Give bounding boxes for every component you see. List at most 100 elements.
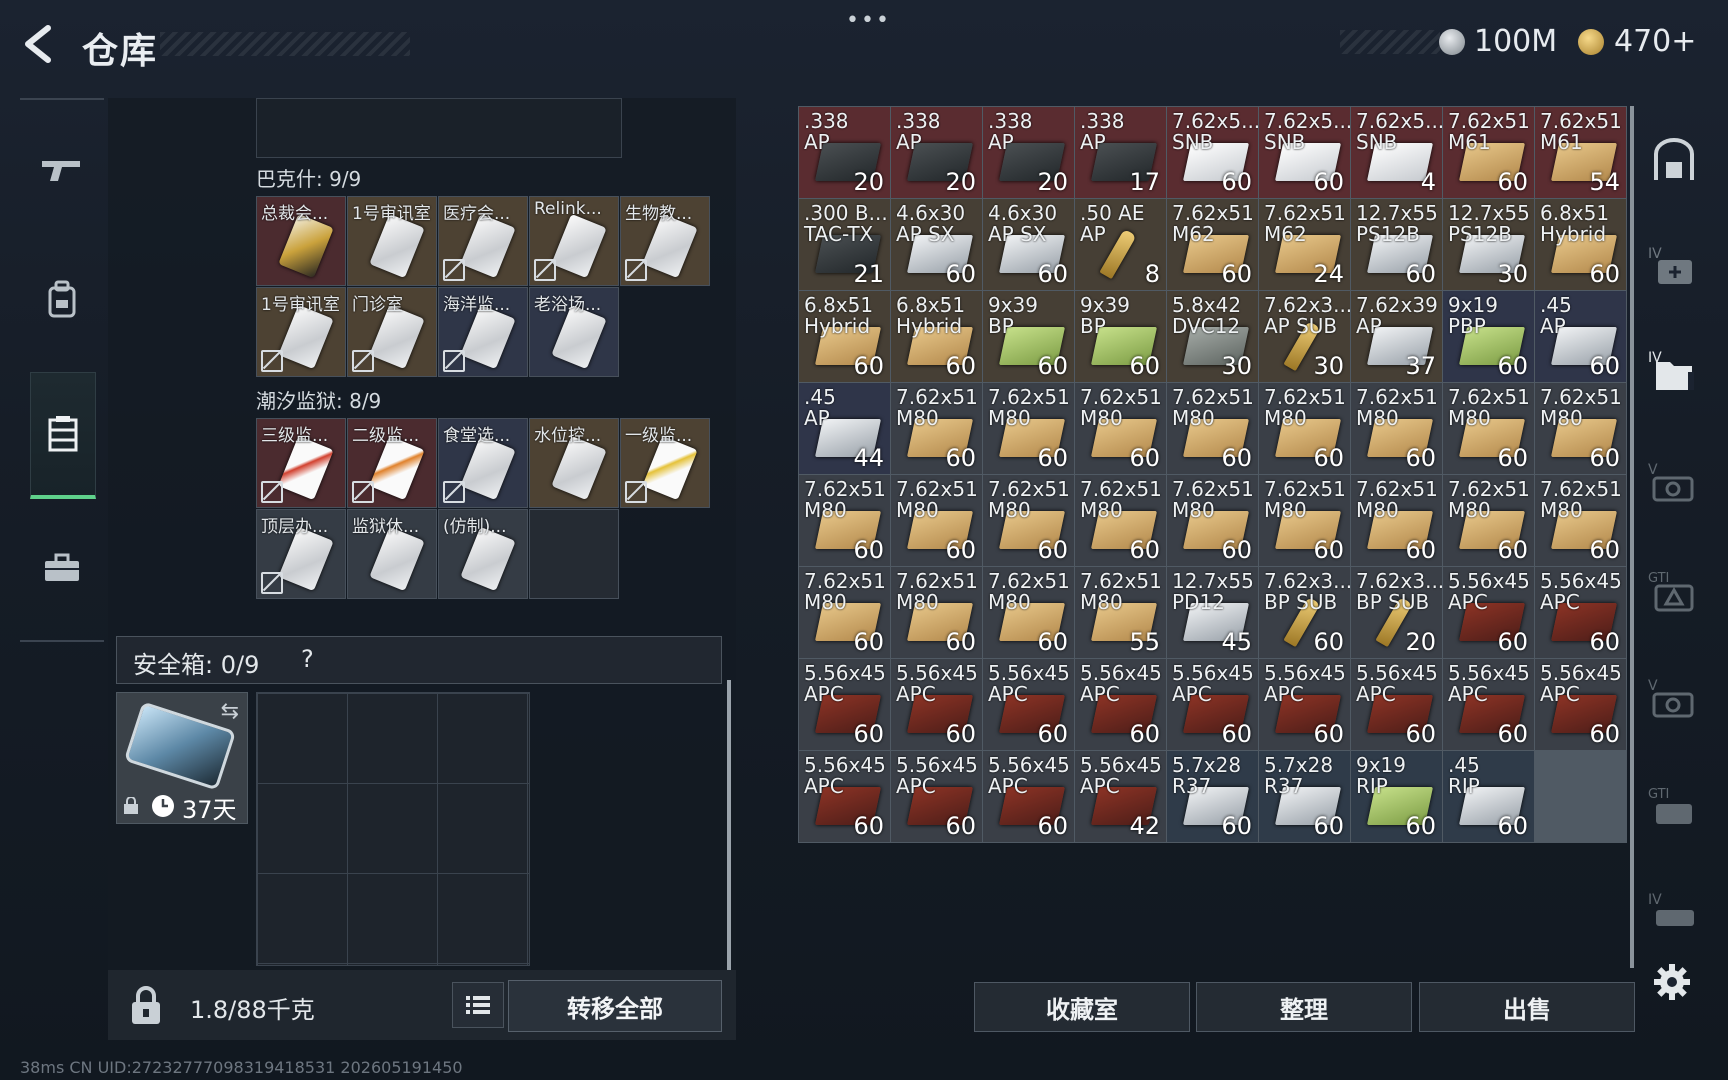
ammo-slot[interactable]: .45 RIP 60	[1443, 751, 1534, 842]
ammo-slot[interactable]: 5.56x45 APC 60	[1167, 659, 1258, 750]
ammo-slot[interactable]: 5.56x45 APC 60	[983, 751, 1074, 842]
ammo-slot[interactable]: .45 AP 44	[799, 383, 890, 474]
ammo-slot[interactable]: .300 B... TAC-TX 21	[799, 199, 890, 290]
ammo-slot[interactable]: 7.62x51 M80 60	[1259, 383, 1350, 474]
locker-icon[interactable]	[1646, 134, 1702, 190]
gti-gear-icon[interactable]: GTI	[1646, 564, 1702, 620]
iv-add-icon[interactable]: IV	[1646, 238, 1702, 294]
keycard-slot[interactable]: 生物教...	[620, 196, 710, 286]
keycard-slot[interactable]: 1号审讯室	[347, 196, 437, 286]
ammo-slot[interactable]: 5.56x45 APC 60	[799, 659, 890, 750]
keycard-slot[interactable]: 顶层办...	[256, 509, 346, 599]
ammo-slot[interactable]: 7.62x51 M80 60	[799, 567, 890, 658]
keycard-slot[interactable]: 三级监...	[256, 418, 346, 508]
keycard-slot[interactable]: 老浴场...	[529, 287, 619, 377]
ammo-slot[interactable]: 7.62x51 M80 60	[891, 567, 982, 658]
keycard-slot[interactable]: 1号审讯室	[256, 287, 346, 377]
ammo-slot[interactable]: 12.7x55 PD12 45	[1167, 567, 1258, 658]
ammo-slot[interactable]: 7.62x51 M80 60	[1443, 383, 1534, 474]
ammo-slot[interactable]: 6.8x51 Hybrid 60	[891, 291, 982, 382]
warehouse-tab-icon[interactable]	[30, 372, 96, 499]
ammo-slot[interactable]: 5.56x45 APC 60	[1443, 567, 1534, 658]
help-icon[interactable]: ?	[301, 645, 314, 673]
ammo-slot[interactable]: 7.62x5... SNB 60	[1167, 107, 1258, 198]
v-camera-icon-2[interactable]: V	[1646, 672, 1702, 728]
ammo-slot[interactable]: 5.56x45 APC 60	[1351, 659, 1442, 750]
ammo-slot[interactable]: .50 AE AP 8	[1075, 199, 1166, 290]
ammo-slot[interactable]: 9x19 PBP 60	[1443, 291, 1534, 382]
ammo-slot[interactable]: .338 AP 20	[983, 107, 1074, 198]
ammo-slot[interactable]: .45 AP 60	[1535, 291, 1626, 382]
ammo-slot[interactable]: 5.8x42 DVC12 30	[1167, 291, 1258, 382]
keycard-slot[interactable]: Relink...	[529, 196, 619, 286]
inventory-scrollbar[interactable]	[1630, 106, 1634, 968]
ammo-slot[interactable]: 7.62x51 M62 60	[1167, 199, 1258, 290]
ammo-slot[interactable]: 7.62x51 M80 60	[1167, 383, 1258, 474]
ammo-slot[interactable]: 6.8x51 Hybrid 60	[799, 291, 890, 382]
ammo-slot[interactable]: 7.62x3... BP SUB 60	[1259, 567, 1350, 658]
ammo-slot[interactable]: 7.62x51 M61 60	[1443, 107, 1534, 198]
v-camera-icon[interactable]: V	[1646, 456, 1702, 512]
ammo-slot[interactable]: 5.56x45 APC 60	[983, 659, 1074, 750]
organize-button[interactable]: 整理	[1196, 982, 1412, 1032]
ammo-slot[interactable]: 5.7x28 R37 60	[1167, 751, 1258, 842]
ammo-slot[interactable]: 7.62x51 M62 24	[1259, 199, 1350, 290]
ammo-slot[interactable]: 7.62x51 M80 60	[1535, 475, 1626, 566]
keycard-slot[interactable]: 海洋监...	[438, 287, 528, 377]
ammo-slot[interactable]: 9x39 BP 60	[983, 291, 1074, 382]
ammo-slot[interactable]: 5.7x28 R37 60	[1259, 751, 1350, 842]
ammo-slot[interactable]: 6.8x51 Hybrid 60	[1535, 199, 1626, 290]
ammo-slot[interactable]: 7.62x5... SNB 60	[1259, 107, 1350, 198]
ammo-slot[interactable]: 7.62x51 M80 60	[799, 475, 890, 566]
iv-folder-icon[interactable]: IV	[1646, 344, 1702, 400]
ammo-slot[interactable]: .338 AP 20	[799, 107, 890, 198]
ammo-slot[interactable]: 7.62x51 M80 60	[1443, 475, 1534, 566]
ammo-slot[interactable]: 7.62x51 M61 54	[1535, 107, 1626, 198]
ammo-slot[interactable]: 5.56x45 APC 60	[891, 659, 982, 750]
ammo-slot[interactable]: 5.56x45 APC 60	[1075, 659, 1166, 750]
ammo-slot[interactable]: 5.56x45 APC 60	[1535, 659, 1626, 750]
ammo-slot[interactable]: 12.7x55 PS12B 30	[1443, 199, 1534, 290]
ammo-slot[interactable]: 7.62x51 M80 60	[1535, 383, 1626, 474]
ammo-slot[interactable]: 7.62x51 M80 60	[1075, 475, 1166, 566]
keycard-slot[interactable]: 总裁会...	[256, 196, 346, 286]
keycard-slot[interactable]: 一级监...	[620, 418, 710, 508]
ammo-slot[interactable]: 4.6x30 AP SX 60	[983, 199, 1074, 290]
ammo-slot[interactable]: 5.56x45 APC 60	[1259, 659, 1350, 750]
ammo-slot[interactable]: 5.56x45 APC 60	[891, 751, 982, 842]
backpack-tab-icon[interactable]	[30, 268, 94, 332]
ammo-slot[interactable]: .338 AP 17	[1075, 107, 1166, 198]
collection-room-button[interactable]: 收藏室	[974, 982, 1190, 1032]
ammo-slot[interactable]: 7.62x51 M80 60	[1167, 475, 1258, 566]
transfer-all-button[interactable]: 转移全部	[508, 980, 722, 1032]
settings-gear-icon[interactable]	[1650, 960, 1694, 1004]
keycard-slot[interactable]: 二级监...	[347, 418, 437, 508]
ammo-slot[interactable]: 5.56x45 APC 60	[1535, 567, 1626, 658]
keycard-slot[interactable]: (仿制)...	[438, 509, 528, 599]
list-view-button[interactable]	[452, 982, 504, 1028]
sell-button[interactable]: 出售	[1419, 982, 1635, 1032]
keycard-slot[interactable]: 水位控...	[529, 418, 619, 508]
gti-bag-icon[interactable]: GTI	[1646, 780, 1702, 836]
ammo-slot[interactable]: 9x39 BP 60	[1075, 291, 1166, 382]
ammo-slot[interactable]: .338 AP 20	[891, 107, 982, 198]
ammo-slot[interactable]: 7.62x51 M80 60	[1259, 475, 1350, 566]
ammo-slot[interactable]: 7.62x51 M80 55	[1075, 567, 1166, 658]
ammo-slot[interactable]: 5.56x45 APC 60	[1443, 659, 1534, 750]
ammo-slot[interactable]: 7.62x51 M80 60	[1351, 475, 1442, 566]
more-dots-icon[interactable]: •••	[846, 8, 891, 33]
ammo-slot[interactable]: 7.62x51 M80 60	[983, 567, 1074, 658]
keycard-slot[interactable]: 门诊室	[347, 287, 437, 377]
keycard-slot[interactable]: 食堂选...	[438, 418, 528, 508]
ammo-slot[interactable]: 4.6x30 AP SX 60	[891, 199, 982, 290]
ammo-slot[interactable]: 7.62x39 AP 37	[1351, 291, 1442, 382]
ammo-slot[interactable]: 5.56x45 APC 42	[1075, 751, 1166, 842]
ammo-slot[interactable]: 7.62x3... AP SUB 30	[1259, 291, 1350, 382]
ammo-slot[interactable]: 9x19 RIP 60	[1351, 751, 1442, 842]
keycard-slot[interactable]: 监狱休...	[347, 509, 437, 599]
keycard-slot[interactable]: 医疗会...	[438, 196, 528, 286]
weapon-tab-icon[interactable]	[30, 138, 94, 202]
briefcase-tab-icon[interactable]	[30, 536, 94, 600]
ammo-slot[interactable]: 7.62x51 M80 60	[1351, 383, 1442, 474]
iv-case-icon[interactable]: IV	[1646, 886, 1702, 942]
